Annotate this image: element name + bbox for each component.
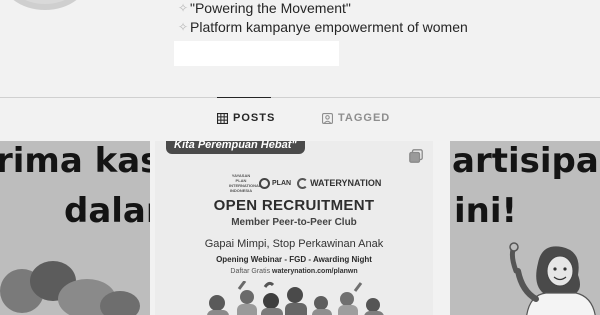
- bio-text: Platform kampanye empowerment of women: [190, 19, 468, 35]
- poster-tagline: Gapai Mimpi, Stop Perkawinan Anak: [204, 238, 384, 250]
- crowd-illustration: [207, 281, 384, 315]
- sparkle-icon: ✧: [177, 20, 189, 34]
- tab-posts[interactable]: POSTS: [217, 112, 275, 124]
- tab-label: POSTS: [233, 112, 276, 124]
- post-text: ini!: [454, 191, 518, 231]
- avatar[interactable]: [0, 0, 90, 10]
- woman-illustration: [509, 242, 596, 315]
- profile-bio: ✧ "Powering the Movement" ✧ Platform kam…: [176, 0, 468, 37]
- plan-logo-mark: [259, 177, 270, 189]
- post-tile[interactable]: artisipa ini!: [450, 141, 600, 315]
- post-tile[interactable]: rima kas dalar: [0, 141, 150, 315]
- poster-registration: Daftar Gratis waterynation.com/planwn: [155, 268, 433, 275]
- active-tab-indicator: [217, 97, 271, 98]
- post-tile[interactable]: Kita Perempuan Hebat" YAYASAN PLAN INTER…: [155, 141, 433, 315]
- bio-text: "Powering the Movement": [190, 0, 351, 16]
- poster-events: Opening Webinar - FGD - Awarding Night: [216, 255, 372, 264]
- waterynation-logo-mark: [297, 177, 309, 189]
- tab-label: TAGGED: [338, 112, 391, 124]
- waterynation-logo: WATERYNATION: [297, 177, 382, 189]
- post-text: artisipa: [452, 141, 599, 181]
- bio-line: ✧ "Powering the Movement": [176, 0, 468, 18]
- poster-ribbon: Kita Perempuan Hebat": [166, 141, 305, 154]
- bio-line: ✧ Platform kampanye empowerment of women: [176, 18, 468, 37]
- post-text: dalar: [64, 191, 150, 231]
- sparkle-icon: ✧: [177, 1, 189, 15]
- plan-logo-text: PLAN: [272, 179, 292, 187]
- profile-page: ✧ "Powering the Movement" ✧ Platform kam…: [0, 0, 600, 315]
- grid-icon: [217, 112, 228, 124]
- poster-title: OPEN RECRUITMENT: [213, 197, 375, 214]
- poster-logos: YAYASAN PLAN INTERNATIONAL INDONESIA PLA…: [229, 173, 381, 193]
- plan-logo: PLAN: [259, 177, 292, 189]
- illustration-shape: [100, 291, 140, 315]
- waterynation-logo-text: WATERYNATION: [310, 178, 382, 188]
- multi-image-icon: [409, 149, 423, 163]
- registration-label: Daftar Gratis: [230, 268, 271, 275]
- tagged-icon: [322, 112, 333, 124]
- poster-subtitle: Member Peer-to-Peer Club: [231, 217, 357, 228]
- registration-url: waterynation.com/planwn: [272, 268, 358, 275]
- tab-tagged[interactable]: TAGGED: [322, 112, 390, 124]
- bio-link[interactable]: [174, 41, 339, 66]
- plan-foundation-logo: YAYASAN PLAN INTERNATIONAL INDONESIA: [229, 173, 262, 193]
- divider: [0, 97, 600, 98]
- post-text: rima kas: [0, 141, 150, 181]
